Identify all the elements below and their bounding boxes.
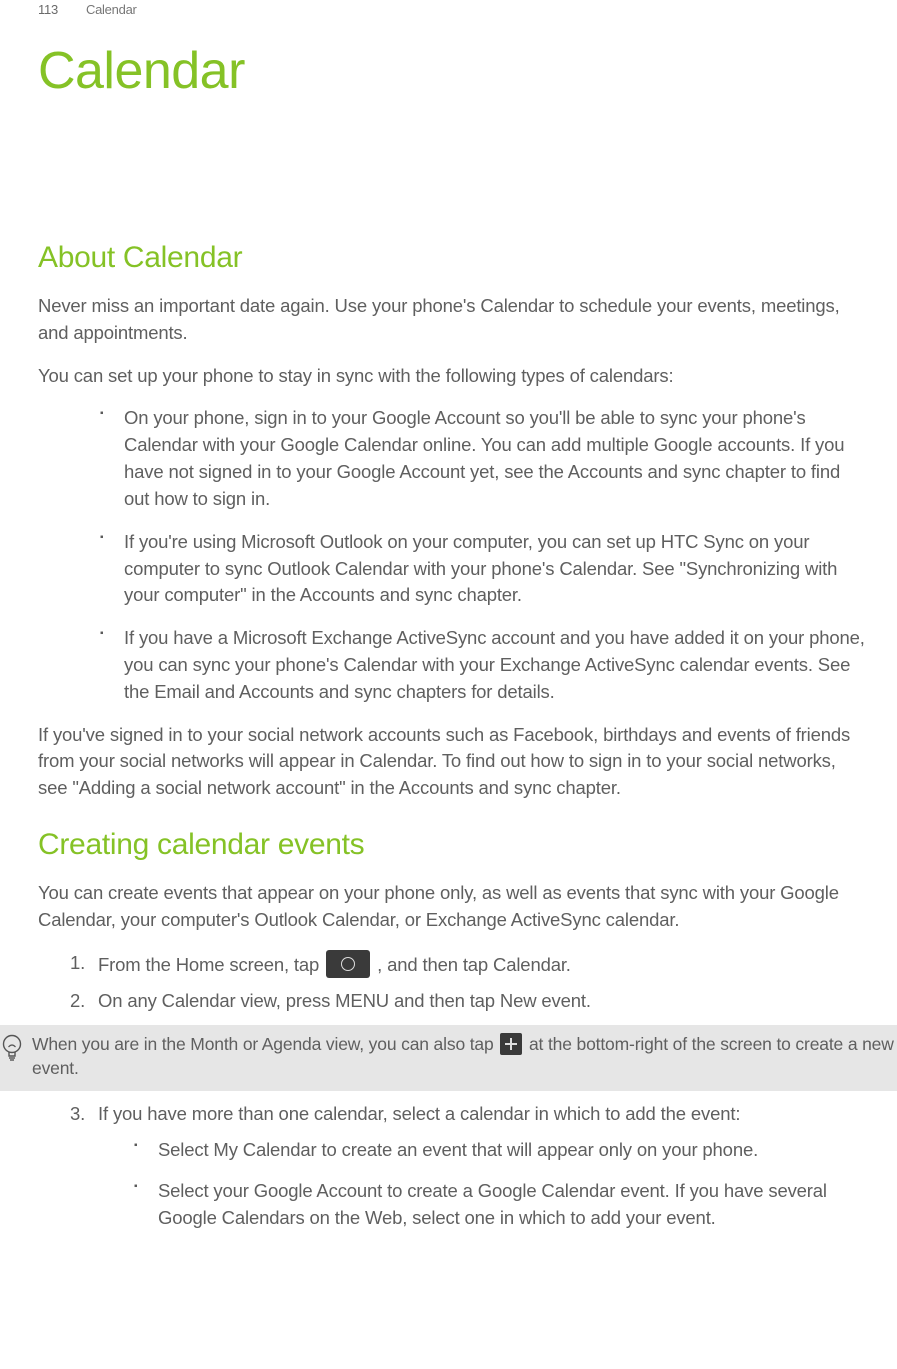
step1-text-post: , and then tap Calendar. [377, 954, 571, 975]
about-bullet-item: On your phone, sign in to your Google Ac… [38, 405, 865, 512]
creating-steps-list-continued: If you have more than one calendar, sele… [38, 1101, 865, 1128]
section-heading-about: About Calendar [38, 241, 865, 275]
calendar-select-sublist: Select My Calendar to create an event th… [38, 1137, 865, 1231]
sub-bullet-item: Select My Calendar to create an event th… [38, 1137, 865, 1164]
about-bullet-item: If you have a Microsoft Exchange ActiveS… [38, 625, 865, 705]
about-sync-intro: You can set up your phone to stay in syn… [38, 363, 865, 390]
creating-steps-list: From the Home screen, tap , and then tap… [38, 950, 865, 1016]
step-item: If you have more than one calendar, sele… [38, 1101, 865, 1128]
about-social-paragraph: If you've signed in to your social netwo… [38, 722, 865, 802]
sub-bullet-item: Select your Google Account to create a G… [38, 1178, 865, 1232]
about-intro-paragraph: Never miss an important date again. Use … [38, 293, 865, 347]
step1-text-pre: From the Home screen, tap [98, 954, 324, 975]
page-header: 113 Calendar [38, 2, 865, 17]
all-apps-icon [326, 950, 370, 978]
section-heading-creating: Creating calendar events [38, 828, 865, 862]
lightbulb-icon [0, 1033, 24, 1063]
tip-text-pre: When you are in the Month or Agenda view… [32, 1034, 498, 1054]
tip-callout: When you are in the Month or Agenda view… [0, 1025, 897, 1090]
creating-intro-paragraph: You can create events that appear on you… [38, 880, 865, 934]
about-bullet-item: If you're using Microsoft Outlook on you… [38, 529, 865, 609]
chapter-name: Calendar [86, 2, 137, 17]
chapter-title: Calendar [38, 41, 865, 101]
page-number: 113 [38, 2, 58, 17]
step-item: On any Calendar view, press MENU and the… [38, 988, 865, 1015]
step-item: From the Home screen, tap , and then tap… [38, 950, 865, 979]
plus-icon [500, 1033, 522, 1055]
about-bullet-list: On your phone, sign in to your Google Ac… [38, 405, 865, 705]
